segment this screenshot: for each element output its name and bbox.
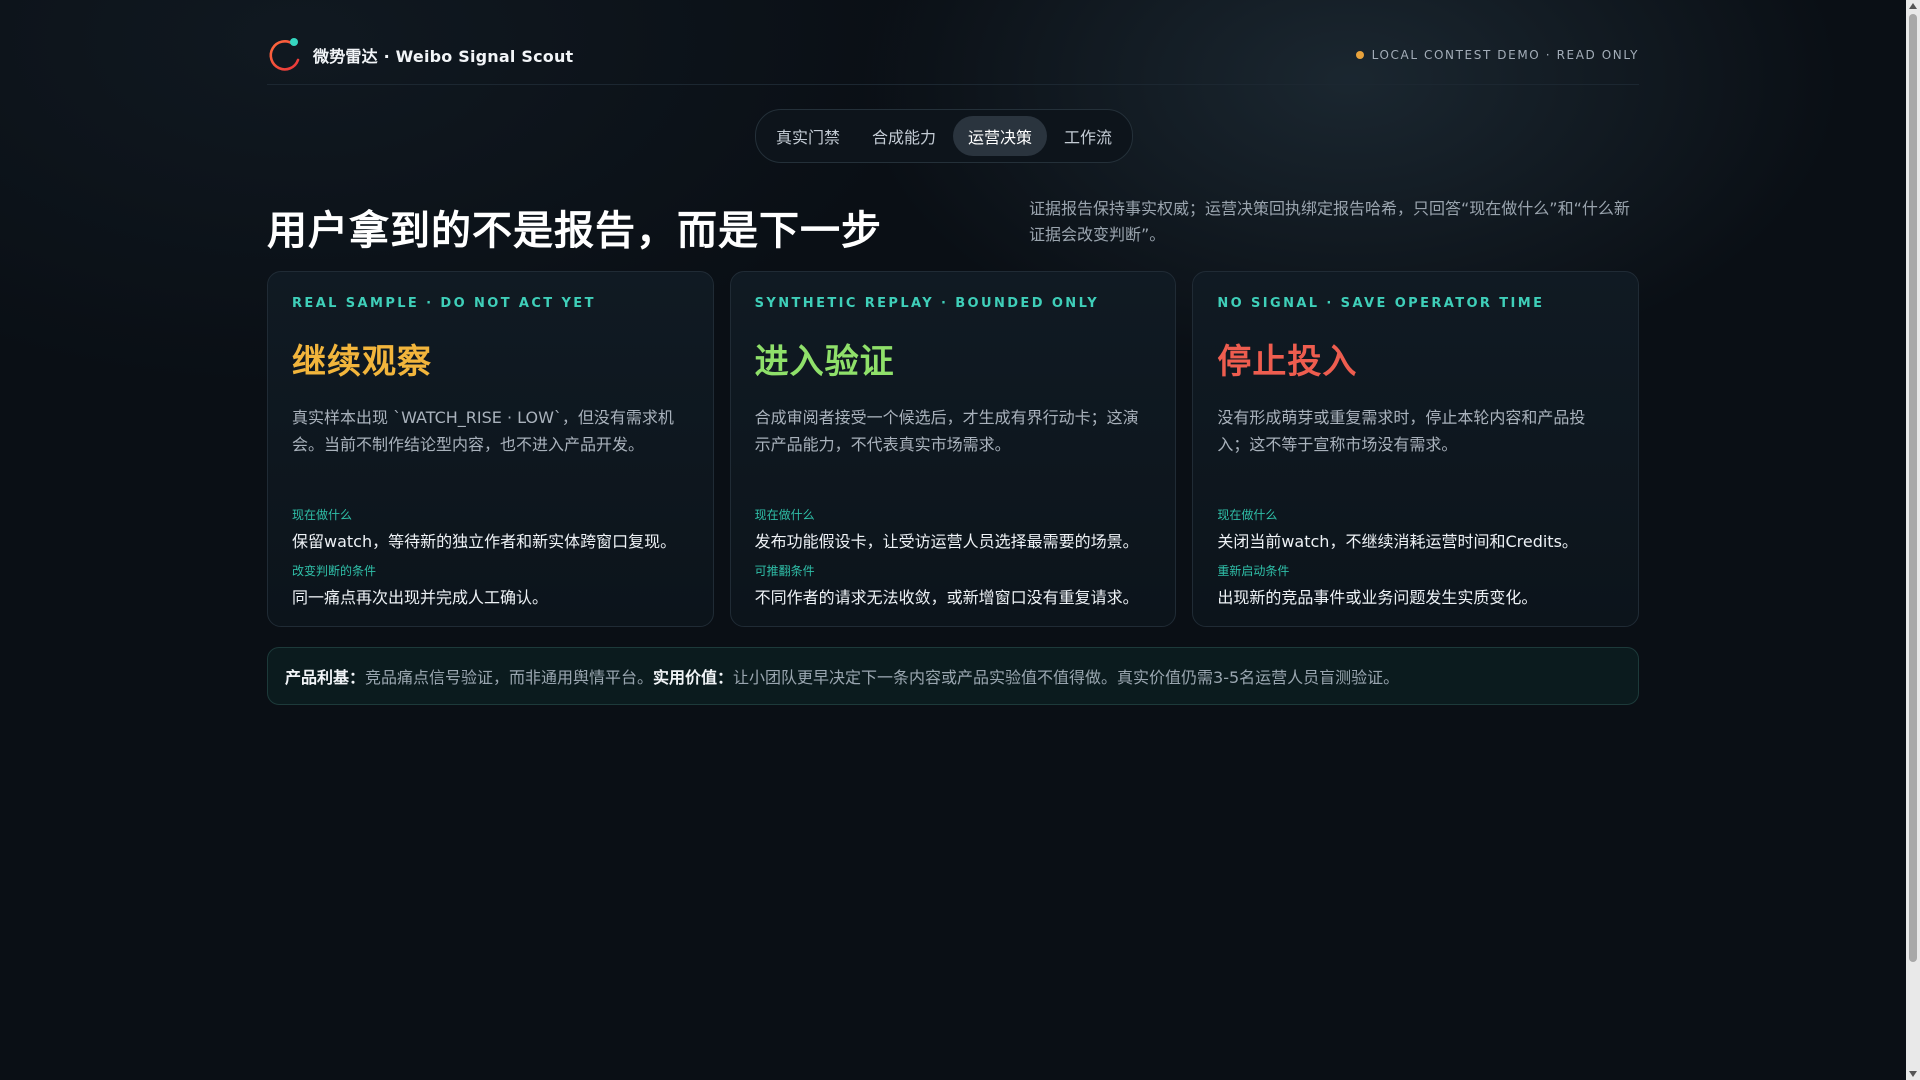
card-title: 继续观察: [292, 342, 432, 382]
radar-ring-icon: [269, 38, 300, 71]
card-action-value: 发布功能假设卡，让受访运营人员选择最需要的场景。: [754, 532, 1139, 551]
status-dot-icon: [1355, 51, 1364, 59]
scroll-up-arrow-icon[interactable]: [1909, 3, 1917, 9]
card-action-label: 现在做什么: [292, 508, 353, 522]
brand-name: 微势雷达 · Weibo Signal Scout: [313, 47, 574, 66]
card-condition-value: 不同作者的请求无法收敛，或新增窗口没有重复请求。: [754, 588, 1139, 607]
tab-operations-decision[interactable]: 运营决策: [953, 116, 1048, 156]
scroll-down-arrow-icon[interactable]: [1909, 1071, 1917, 1077]
tab-synthetic-capability[interactable]: 合成能力: [857, 116, 951, 156]
product-note: 产品利基： 竞品痛点信号验证，而非通用舆情平台。 实用价值： 让小团队更早决定下一条内…: [267, 647, 1639, 705]
tab-real-gate[interactable]: 真实门禁: [761, 116, 855, 156]
card-title: 停止投入: [1217, 342, 1358, 382]
card-title: 进入验证: [754, 342, 895, 382]
page-intro: 证据报告保持事实权威；运营决策回执绑定报告哈希，只回答“现在做什么”和“什么新证…: [1029, 199, 1630, 244]
page-title: 用户拿到的不是报告，而是下一步: [267, 208, 882, 254]
note-value-label: 实用价值：: [653, 668, 734, 687]
card-action-value: 保留watch，等待新的独立作者和新实体跨窗口复现。: [292, 532, 677, 551]
card-description: 合成审阅者接受一个候选后，才生成有界行动卡；这演示产品能力，不代表真实市场需求。: [754, 408, 1139, 454]
brand[interactable]: 微势雷达 · Weibo Signal Scout: [267, 36, 573, 74]
card-description: 没有形成萌芽或重复需求时，停止本轮内容和产品投入；这不等于宣称市场没有需求。: [1217, 408, 1586, 454]
tab-bar: 真实门禁 合成能力 运营决策 工作流: [755, 109, 1134, 163]
card-condition-label: 重新启动条件: [1217, 564, 1290, 578]
top-bar: 微势雷达 · Weibo Signal Scout LOCAL CONTEST …: [267, 34, 1639, 85]
note-niche-text: 竞品痛点信号验证，而非通用舆情平台。: [365, 668, 654, 687]
card-condition-label: 改变判断的条件: [292, 564, 377, 578]
card-description: 真实样本出现 `WATCH_RISE · LOW`，但没有需求机会。当前不制作结…: [292, 408, 674, 454]
status-text: LOCAL CONTEST DEMO · READ ONLY: [1371, 48, 1639, 62]
card-action-label: 现在做什么: [754, 508, 815, 522]
decision-cards: REAL SAMPLE · DO NOT ACT YET 继续观察 真实样本出现…: [267, 271, 1640, 629]
page-scrollbar[interactable]: [1906, 0, 1920, 1080]
decision-card-stop: NO SIGNAL · SAVE OPERATOR TIME 停止投入 没有形成…: [1192, 271, 1640, 627]
scroll-thumb[interactable]: [1909, 14, 1917, 962]
tab-workflow[interactable]: 工作流: [1049, 116, 1127, 156]
card-eyebrow: REAL SAMPLE · DO NOT ACT YET: [292, 296, 596, 311]
decision-card-watch: REAL SAMPLE · DO NOT ACT YET 继续观察 真实样本出现…: [267, 271, 714, 627]
card-action-value: 关闭当前watch，不继续消耗运营时间和Credits。: [1217, 532, 1578, 551]
decision-card-validate: SYNTHETIC REPLAY · BOUNDED ONLY 进入验证 合成审…: [729, 271, 1177, 627]
card-action-label: 现在做什么: [1217, 508, 1278, 522]
card-condition-value: 出现新的竞品事件或业务问题发生实质变化。: [1217, 588, 1538, 607]
note-value-text: 让小团队更早决定下一条内容或产品实验值不值得做。真实价值仍需3-5名运营人员盲测…: [733, 668, 1400, 687]
status-indicator: LOCAL CONTEST DEMO · READ ONLY: [1355, 48, 1639, 62]
card-condition-value: 同一痛点再次出现并完成人工确认。: [292, 588, 549, 607]
note-niche-label: 产品利基：: [285, 668, 366, 687]
card-eyebrow: NO SIGNAL · SAVE OPERATOR TIME: [1217, 296, 1545, 311]
card-eyebrow: SYNTHETIC REPLAY · BOUNDED ONLY: [754, 296, 1100, 311]
card-condition-label: 可推翻条件: [754, 564, 815, 578]
